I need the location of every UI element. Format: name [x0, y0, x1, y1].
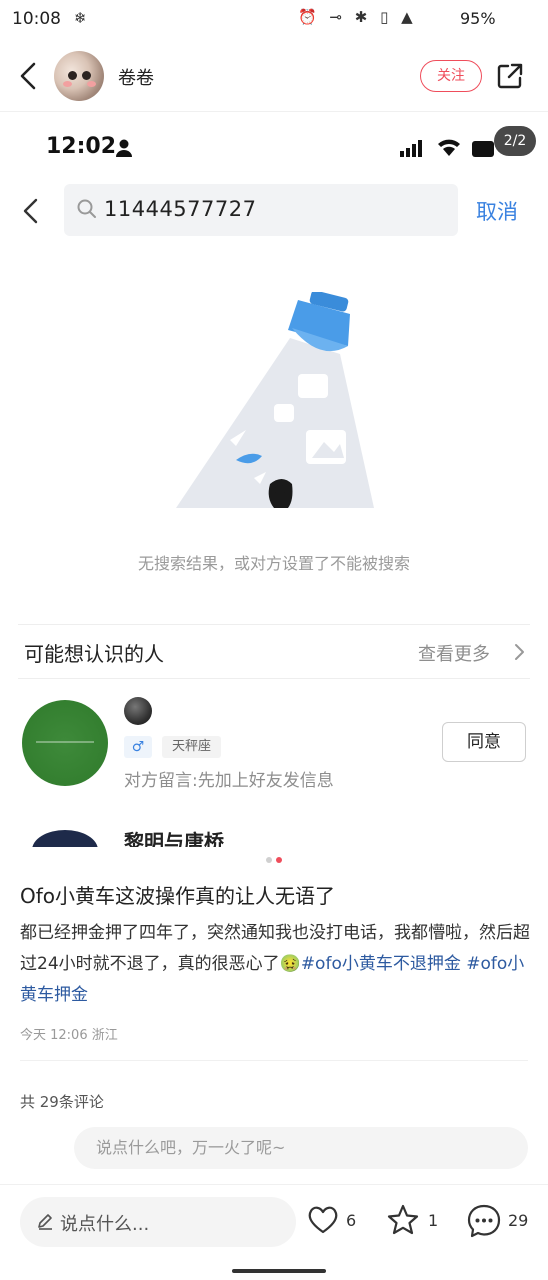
post-meta: 今天 12:06 浙江: [20, 1028, 118, 1043]
comment-bubble-icon: [467, 1204, 501, 1238]
person-small-avatar: [124, 697, 152, 725]
carousel-dot-active: [276, 857, 282, 863]
collect-count: 1: [428, 1211, 439, 1230]
author-name[interactable]: 卷卷: [118, 64, 154, 90]
person-avatar: [22, 700, 108, 786]
status-icons: ⏰ ⊸ ✱ ▯ ▲: [298, 8, 417, 26]
person-message: 对方留言:先加上好友发信息: [124, 771, 334, 791]
pen-icon: [38, 1214, 52, 1230]
home-indicator[interactable]: [232, 1269, 326, 1273]
next-person-avatar: [32, 830, 98, 847]
post-image[interactable]: 12:02 2/2 11444577727 取消 无搜索结果，或对方设置了不能被…: [0, 112, 548, 847]
like-count: 6: [346, 1211, 357, 1230]
like-button[interactable]: 6: [306, 1203, 362, 1237]
signal-wifi-battery-icons: [400, 139, 494, 157]
snowflake-icon: ❄: [74, 9, 87, 27]
divider: [20, 1060, 528, 1061]
see-more-link: 查看更多: [418, 644, 490, 665]
comment-input[interactable]: 说点什么吧，万一火了呢~: [74, 1127, 528, 1169]
page-indicator: 2/2: [494, 126, 536, 156]
search-icon: [77, 199, 96, 218]
image-back-icon: [23, 198, 38, 224]
say-something-input[interactable]: 说点什么...: [20, 1197, 296, 1247]
author-avatar[interactable]: [54, 51, 104, 101]
back-arrow-icon[interactable]: [14, 60, 42, 92]
zodiac-badge: 天秤座: [162, 736, 222, 758]
image-status-time: 12:02: [46, 134, 117, 159]
say-something-label: 说点什么...: [60, 1214, 150, 1235]
no-results-text: 无搜索结果，或对方设置了不能被搜索: [137, 554, 410, 573]
comment-button[interactable]: 29: [466, 1203, 532, 1238]
image-search-box: 11444577727: [64, 184, 458, 236]
star-icon: [387, 1204, 419, 1235]
bottom-action-bar: 说点什么... 6 1 29: [0, 1184, 548, 1262]
divider: [18, 624, 530, 625]
divider: [18, 678, 530, 679]
image-cancel-label: 取消: [476, 200, 518, 224]
collect-button[interactable]: 1: [386, 1203, 442, 1237]
agree-button: 同意: [442, 722, 526, 762]
person-icon: [116, 139, 132, 157]
status-time: 10:08: [12, 9, 61, 29]
share-icon[interactable]: [496, 62, 524, 90]
chevron-right-icon: [515, 644, 524, 660]
post-body: 都已经押金押了四年了，突然通知我也没打电话，我都懵啦，然后超过24小时就不退了，…: [20, 918, 530, 1011]
no-results-illustration: [176, 292, 374, 508]
comment-count: 29: [508, 1211, 529, 1230]
next-person-name: 黎明与唐桥: [124, 830, 224, 847]
people-section-title: 可能想认识的人: [24, 642, 164, 666]
carousel-dot: [266, 857, 272, 863]
post-header: 卷卷 关注: [0, 40, 548, 112]
post-title: Ofo小黄车这波操作真的让人无语了: [20, 884, 336, 908]
battery-level: 95%: [460, 9, 496, 28]
heart-icon: [308, 1206, 338, 1234]
hashtag-link[interactable]: #ofo小黄车不退押金: [301, 954, 461, 974]
gender-badge: ♂: [124, 736, 152, 758]
comments-count: 共 29条评论: [20, 1093, 104, 1111]
status-bar: 10:08 ❄ ⏰ ⊸ ✱ ▯ ▲ 95%: [0, 0, 548, 40]
follow-button[interactable]: 关注: [420, 60, 482, 92]
image-carousel-dots: [266, 857, 286, 863]
search-query: 11444577727: [104, 197, 257, 221]
